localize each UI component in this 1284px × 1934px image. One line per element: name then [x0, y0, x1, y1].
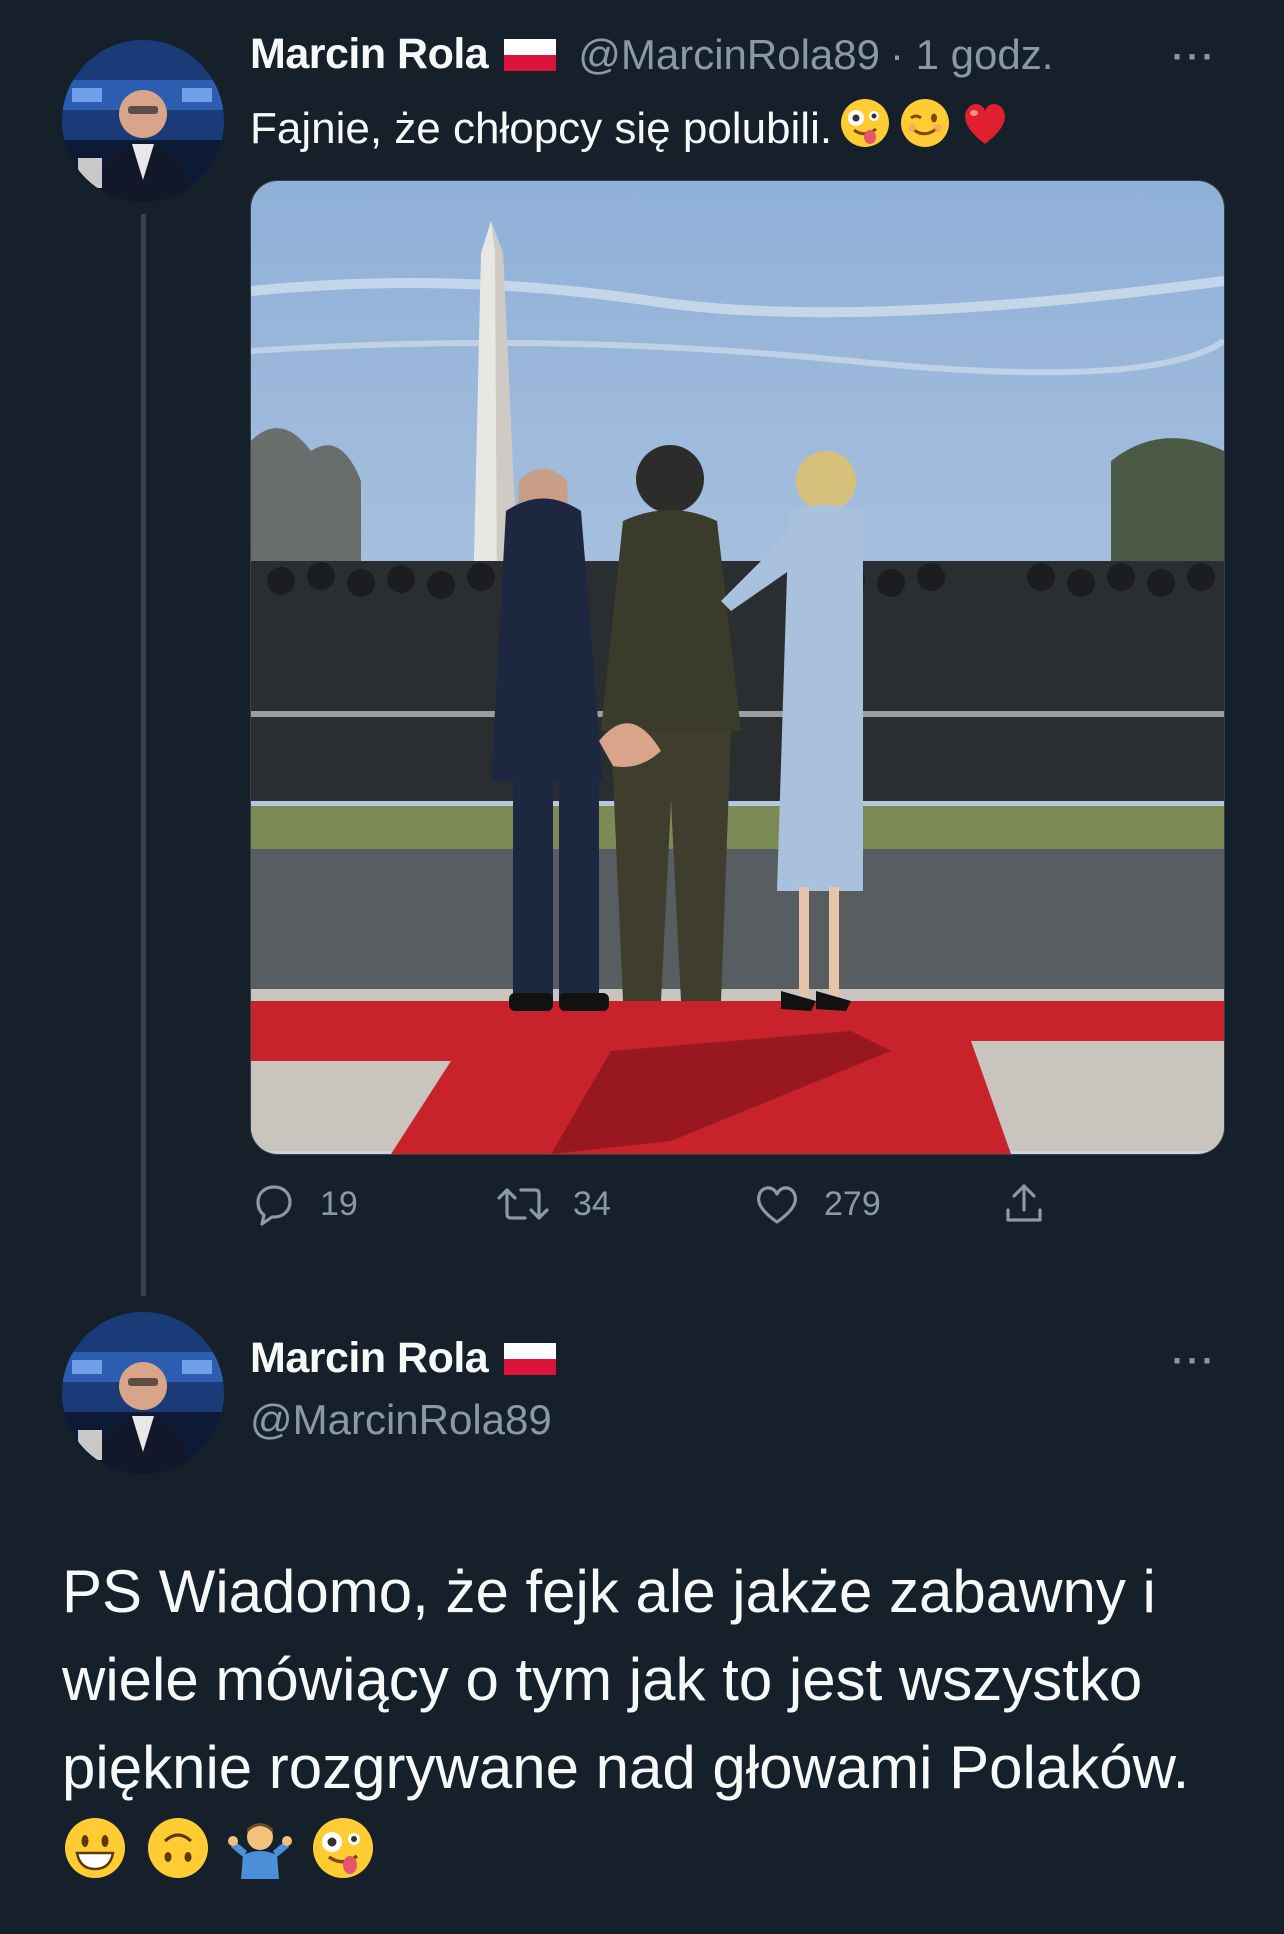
reply-button[interactable]: 19 [250, 1180, 358, 1228]
tweet-text-content: PS Wiadomo, że fejk ale jakże zabawny i … [62, 1558, 1190, 1801]
tweet-text-content: Fajnie, że chłopcy się polubili. [250, 103, 833, 153]
man-shrugging-emoji-icon [227, 1815, 293, 1905]
like-count: 279 [824, 1184, 881, 1223]
flag-poland-icon [504, 38, 557, 71]
retweet-icon [497, 1188, 549, 1220]
author-name[interactable]: Marcin Rola [250, 1334, 489, 1383]
share-button[interactable] [1000, 1180, 1048, 1233]
share-icon [1006, 1184, 1042, 1222]
like-icon [756, 1186, 798, 1224]
grinning-face-emoji-icon [62, 1815, 128, 1905]
winking-face-emoji-icon [898, 96, 952, 161]
more-icon[interactable]: ··· [1172, 1340, 1217, 1382]
tweet-photo[interactable] [250, 180, 1225, 1155]
zany-face-emoji-icon [838, 96, 892, 161]
thread-connector-line [141, 214, 146, 1296]
more-icon[interactable]: ··· [1172, 36, 1217, 78]
photo-content [251, 181, 1224, 1154]
zany-face-emoji-icon [310, 1815, 376, 1905]
avatar[interactable] [62, 1312, 224, 1474]
tweet-text: PS Wiadomo, że fejk ale jakże zabawny i … [62, 1548, 1252, 1905]
retweet-count: 34 [573, 1184, 611, 1223]
upside-down-face-emoji-icon [145, 1815, 211, 1905]
tweet-header: Marcin Rola @MarcinRola89 · 1 godz. [250, 30, 1053, 79]
tweet-text: Fajnie, że chłopcy się polubili. [250, 96, 1012, 161]
avatar[interactable] [62, 40, 224, 202]
red-heart-emoji-icon [958, 96, 1012, 161]
timestamp[interactable]: · 1 godz. [890, 31, 1053, 79]
retweet-button[interactable]: 34 [495, 1180, 611, 1228]
flag-poland-icon [504, 1342, 557, 1375]
reply-icon [256, 1185, 292, 1226]
author-name[interactable]: Marcin Rola [250, 30, 489, 79]
tweet-header: Marcin Rola [250, 1334, 557, 1383]
reply-count: 19 [320, 1184, 358, 1223]
author-handle[interactable]: @MarcinRola89 [578, 31, 880, 79]
author-handle[interactable]: @MarcinRola89 [250, 1396, 552, 1444]
like-button[interactable]: 279 [752, 1180, 881, 1228]
